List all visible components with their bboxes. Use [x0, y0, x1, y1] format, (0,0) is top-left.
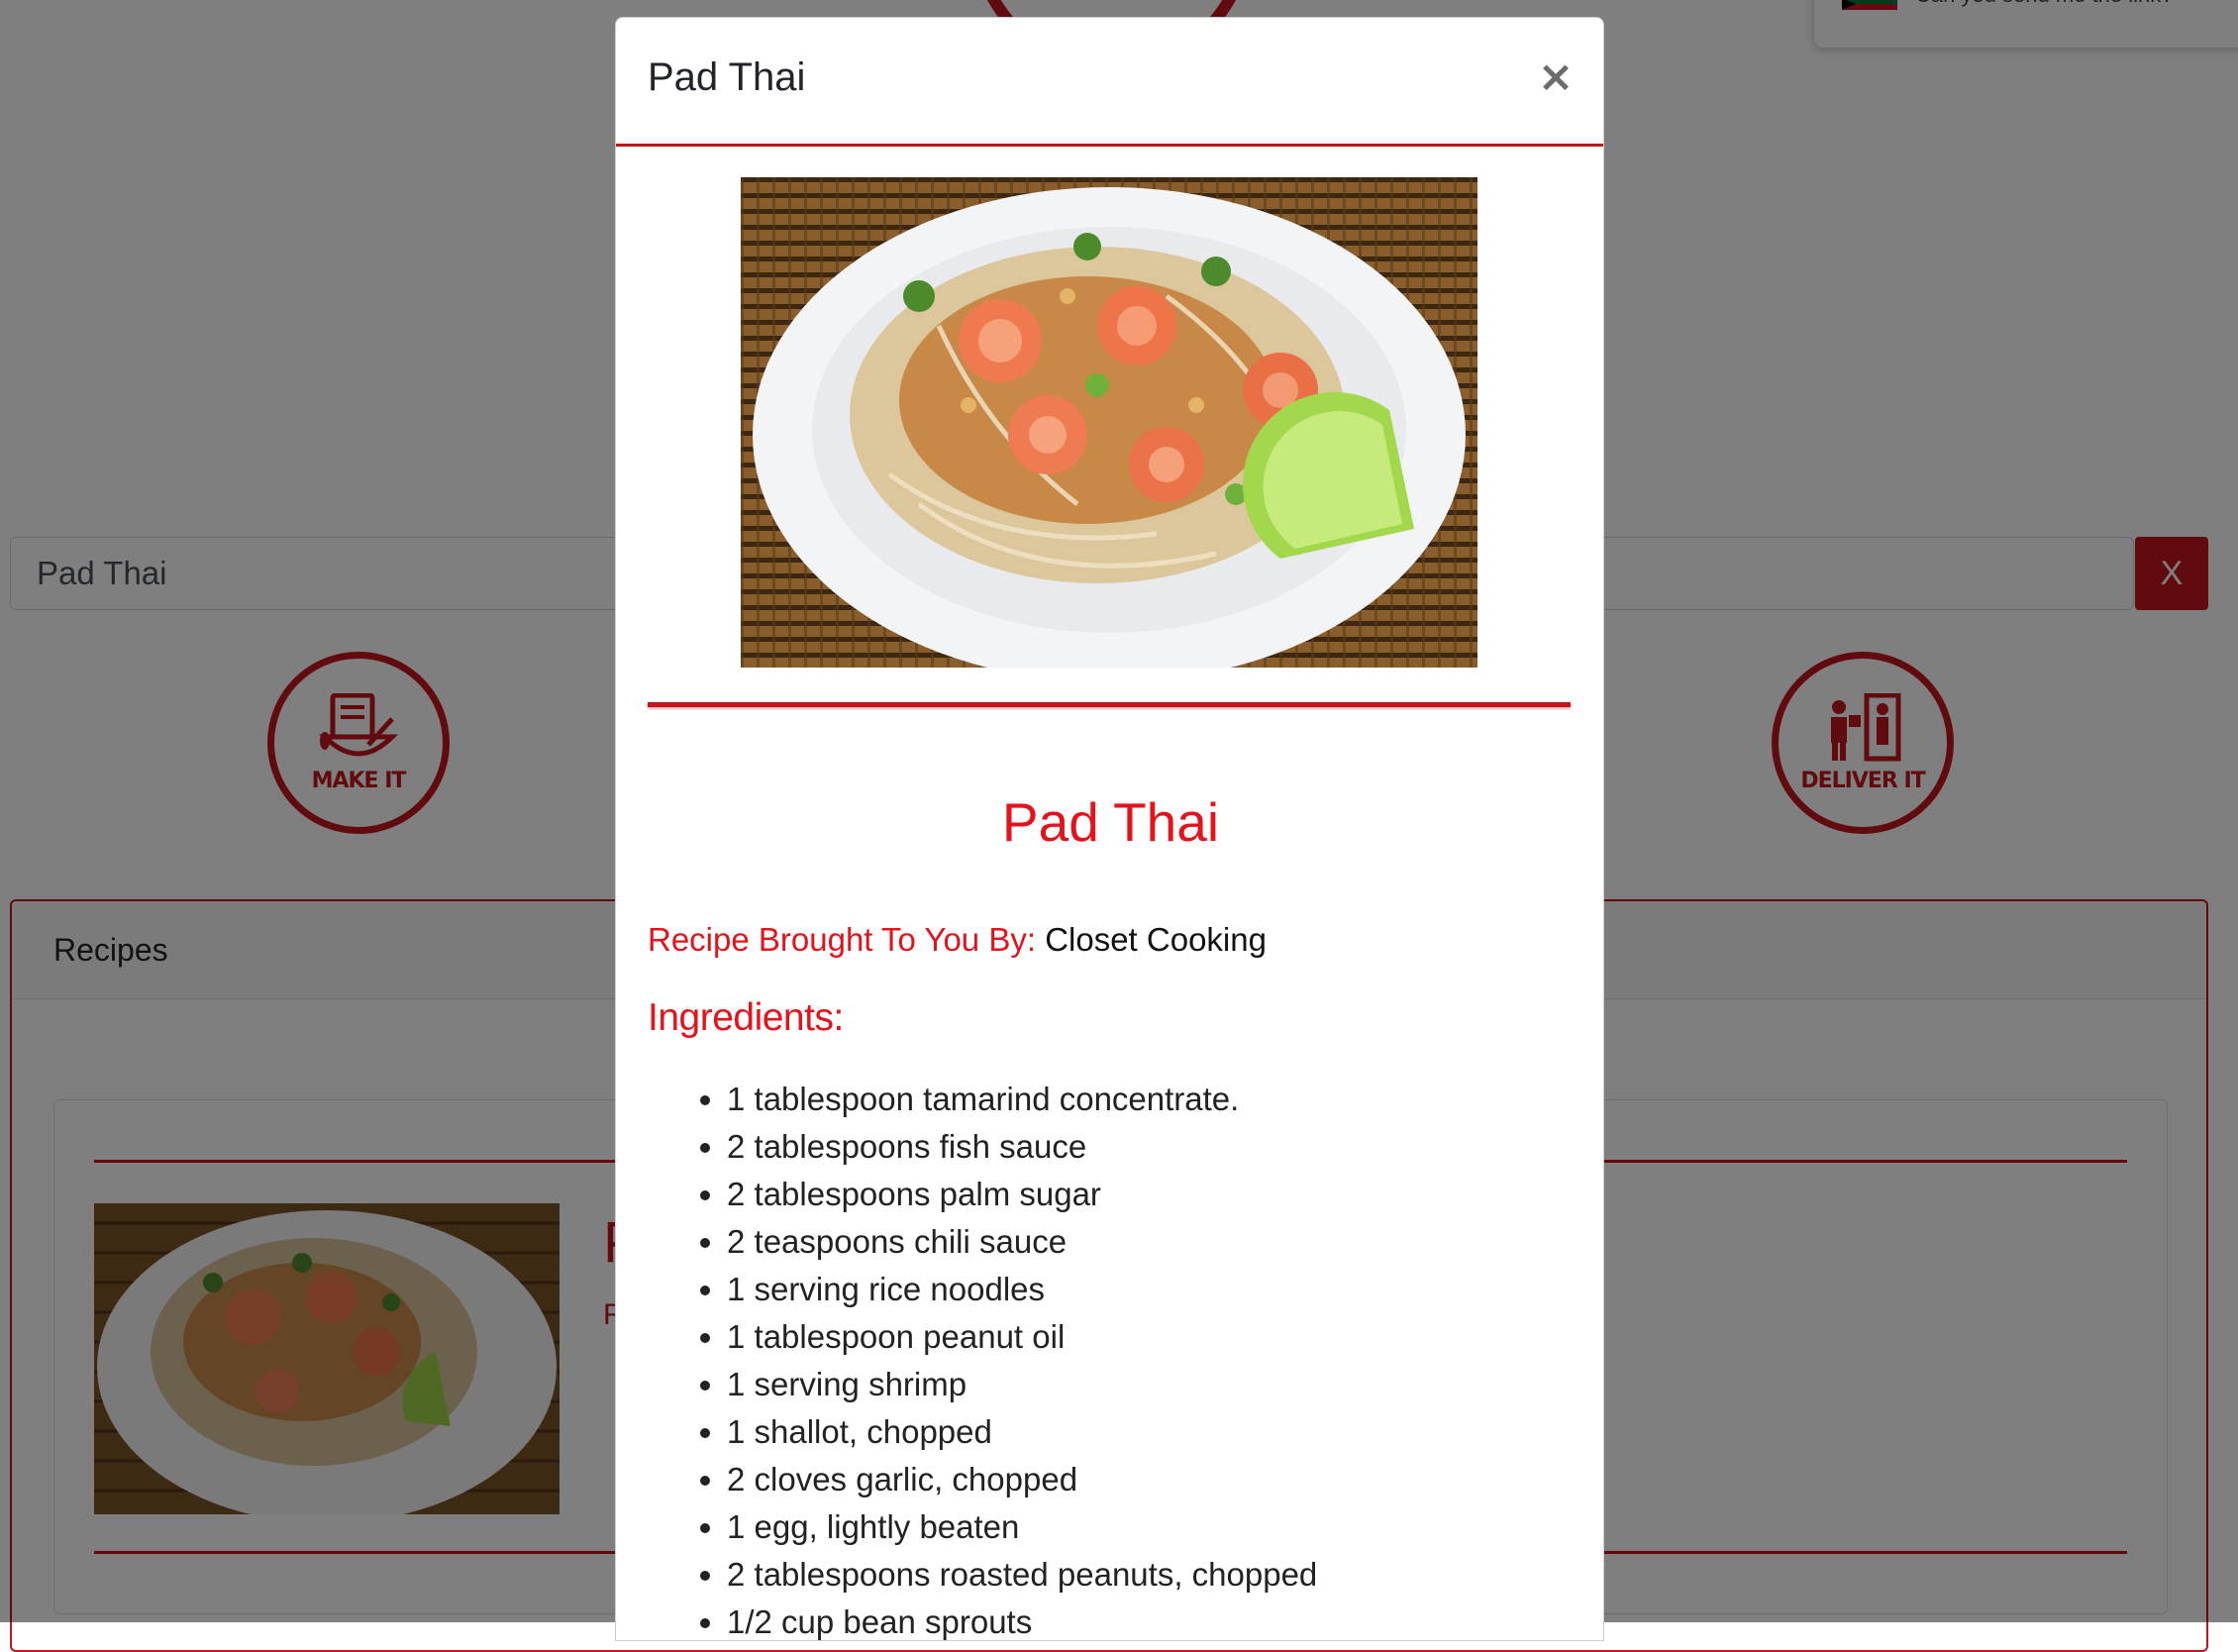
ingredient-item: 1/2 cup bean sprouts [727, 1599, 1317, 1646]
ingredient-item: 1 serving shrimp [727, 1361, 1317, 1408]
modal-header: Pad Thai × [616, 18, 1603, 147]
ingredient-item: 2 tablespoons fish sauce [727, 1123, 1317, 1171]
ingredients-heading: Ingredients: [648, 996, 844, 1039]
ingredient-item: 1 tablespoon tamarind concentrate. [727, 1076, 1317, 1123]
ingredient-item: 2 cloves garlic, chopped [727, 1456, 1317, 1503]
close-icon[interactable]: × [1536, 55, 1576, 99]
modal-divider [648, 702, 1571, 707]
ingredient-item: 1 shallot, chopped [727, 1408, 1317, 1456]
credit-label: Recipe Brought To You By: [648, 921, 1037, 958]
modal-title: Pad Thai [648, 55, 806, 99]
ingredient-item: 1 serving rice noodles [727, 1266, 1317, 1313]
page: X MAKE IT DELIVER IT Recipes [0, 0, 2238, 1652]
ingredient-item: 2 tablespoons roasted peanuts, chopped [727, 1551, 1317, 1599]
ingredient-item: 2 teaspoons chili sauce [727, 1218, 1317, 1266]
credit-source: Closet Cooking [1045, 921, 1267, 958]
recipe-photo [741, 177, 1477, 668]
ingredient-item: 1 tablespoon peanut oil [727, 1313, 1317, 1361]
recipe-modal: Pad Thai × Pad Thai Recipe Brought To Yo… [615, 17, 1604, 1641]
ingredient-item: 2 tablespoons palm sugar [727, 1171, 1317, 1218]
recipe-title: Pad Thai [1001, 791, 1220, 853]
ingredient-item: 1 egg, lightly beaten [727, 1503, 1317, 1551]
ingredients-list: 1 tablespoon tamarind concentrate. 2 tab… [648, 1076, 1317, 1646]
recipe-credit: Recipe Brought To You By: Closet Cooking [648, 921, 1267, 959]
